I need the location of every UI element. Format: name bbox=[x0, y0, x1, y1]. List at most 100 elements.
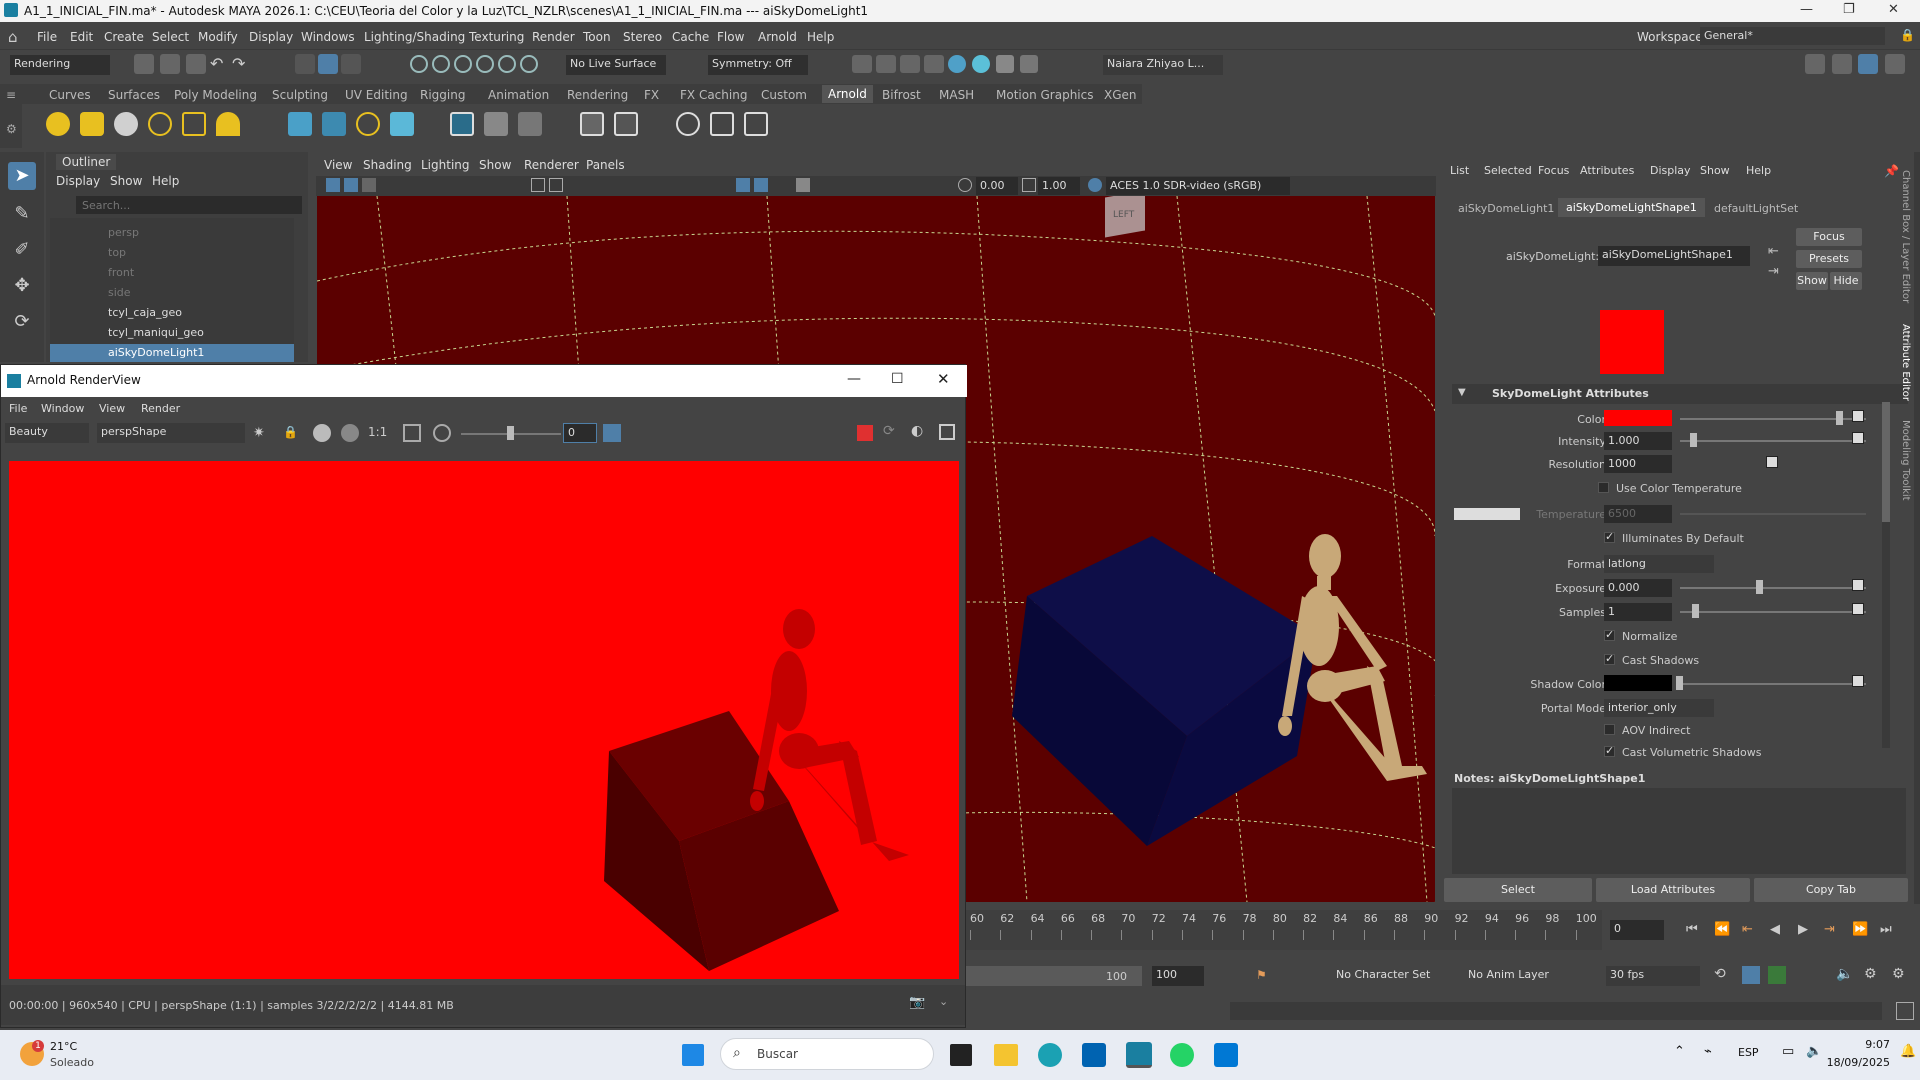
renderview-maximize-icon[interactable]: ☐ bbox=[891, 371, 904, 387]
step-forward-frame-icon[interactable]: ⇥ bbox=[1824, 922, 1835, 937]
ae-presets-button[interactable]: Presets bbox=[1796, 250, 1862, 268]
step-forward-key-icon[interactable]: ⏩ bbox=[1852, 922, 1868, 937]
menu-render[interactable]: Render bbox=[532, 30, 575, 44]
language-indicator[interactable]: ESP bbox=[1738, 1046, 1759, 1059]
viewport-menu-view[interactable]: View bbox=[324, 158, 352, 172]
display-icon[interactable]: ▭ bbox=[1782, 1044, 1794, 1059]
render-frame-icon[interactable] bbox=[852, 55, 872, 73]
paint-select-icon[interactable]: ✐ bbox=[8, 236, 36, 264]
start-icon[interactable] bbox=[682, 1044, 704, 1066]
menu-lighting-shading[interactable]: Lighting/Shading bbox=[364, 30, 465, 44]
ae-tab-lightset[interactable]: defaultLightSet bbox=[1714, 202, 1798, 215]
viewport-menu-shading[interactable]: Shading bbox=[363, 158, 412, 172]
menu-texturing[interactable]: Texturing bbox=[469, 30, 524, 44]
shelf-settings-icon[interactable]: ⚙ bbox=[6, 122, 17, 136]
ae-menu-list[interactable]: List bbox=[1450, 164, 1469, 177]
shadow-color-slider-knob[interactable] bbox=[1676, 676, 1683, 690]
close-icon[interactable]: ✕ bbox=[1888, 2, 1899, 17]
side-tab-channel-box[interactable]: Channel Box / Layer Editor bbox=[1900, 170, 1911, 303]
frame-all-icon[interactable] bbox=[403, 424, 421, 442]
minimize-icon[interactable]: — bbox=[1800, 2, 1813, 17]
outliner-item-front[interactable]: front bbox=[108, 266, 134, 279]
menu-edit[interactable]: Edit bbox=[70, 30, 93, 44]
workspace-dropdown[interactable]: General* bbox=[1700, 27, 1885, 45]
ae-menu-attributes[interactable]: Attributes bbox=[1580, 164, 1634, 177]
textured-icon[interactable] bbox=[796, 178, 810, 192]
ae-menu-focus[interactable]: Focus bbox=[1538, 164, 1569, 177]
light-editor-icon[interactable] bbox=[614, 112, 638, 136]
menu-select[interactable]: Select bbox=[152, 30, 189, 44]
flush-cache-icon[interactable] bbox=[484, 112, 508, 136]
grid-toggle-icon[interactable] bbox=[531, 178, 545, 192]
color-map-button[interactable] bbox=[1852, 410, 1864, 422]
wireframe-on-shaded-icon[interactable] bbox=[754, 178, 768, 192]
outliner-item-tcyl-caja-geo[interactable]: tcyl_caja_geo bbox=[108, 306, 182, 319]
viewcube[interactable]: LEFT bbox=[1099, 196, 1155, 238]
ae-menu-show[interactable]: Show bbox=[1700, 164, 1730, 177]
sun-icon[interactable]: ✷ bbox=[253, 425, 265, 441]
pin-icon[interactable]: 📌 bbox=[1884, 164, 1899, 178]
image-plane-icon[interactable] bbox=[344, 178, 358, 192]
maya-taskbar-icon[interactable] bbox=[1126, 1042, 1152, 1068]
menu-modify[interactable]: Modify bbox=[198, 30, 238, 44]
snap-point-icon[interactable] bbox=[454, 55, 472, 73]
tool-settings-icon[interactable] bbox=[1885, 54, 1905, 74]
ae-scrollbar-thumb[interactable] bbox=[1882, 402, 1890, 522]
taskbar-search[interactable]: ⌕ Buscar bbox=[720, 1038, 934, 1070]
play-backwards-icon[interactable]: ◀ bbox=[1770, 922, 1780, 937]
symmetry-dropdown[interactable]: Symmetry: Off bbox=[708, 55, 808, 75]
go-to-start-icon[interactable]: ⏮ bbox=[1686, 922, 1698, 937]
shelf-tab-fx[interactable]: FX bbox=[644, 88, 659, 102]
ae-tab-shape[interactable]: aiSkyDomeLightShape1 bbox=[1558, 198, 1705, 217]
gamma-icon[interactable] bbox=[1022, 178, 1036, 192]
viewport-menu-lighting[interactable]: Lighting bbox=[421, 158, 470, 172]
shelf-tab-poly-modeling[interactable]: Poly Modeling bbox=[174, 88, 257, 102]
shelf-tab-mash[interactable]: MASH bbox=[939, 88, 974, 102]
lock-render-icon[interactable]: 🔒 bbox=[283, 425, 298, 439]
anim-prefs-icon[interactable]: ⚙ bbox=[1864, 966, 1877, 982]
outliner-menu-help[interactable]: Help bbox=[152, 174, 179, 188]
exposure-slider-track[interactable] bbox=[1680, 587, 1866, 589]
modeling-toolkit-icon[interactable] bbox=[1805, 54, 1825, 74]
snap-curve-icon[interactable] bbox=[432, 55, 450, 73]
refresh-render-icon[interactable]: ⟳ bbox=[883, 423, 895, 439]
exposure-map-button[interactable] bbox=[1852, 579, 1864, 591]
shelf-tab-rigging[interactable]: Rigging bbox=[420, 88, 465, 102]
outliner-item-top[interactable]: top bbox=[108, 246, 126, 259]
loop-icon[interactable]: ⟲ bbox=[1714, 966, 1726, 982]
ipr-icon[interactable]: ◐ bbox=[911, 423, 923, 439]
zoom-ratio[interactable]: 1:1 bbox=[368, 425, 387, 439]
open-scene-icon[interactable] bbox=[160, 54, 180, 74]
pause-icon[interactable] bbox=[1020, 55, 1038, 73]
menu-arnold[interactable]: Arnold bbox=[758, 30, 797, 44]
light-manager-icon[interactable] bbox=[580, 112, 604, 136]
ipr-render-icon[interactable] bbox=[900, 55, 920, 73]
menu-display[interactable]: Display bbox=[249, 30, 293, 44]
select-object-icon[interactable] bbox=[318, 54, 338, 74]
format-dropdown[interactable]: latlong bbox=[1604, 555, 1714, 573]
ae-node-name-field[interactable]: aiSkyDomeLightShape1 bbox=[1598, 246, 1750, 266]
remove-cache-icon[interactable] bbox=[518, 112, 542, 136]
ae-hide-button[interactable]: Hide bbox=[1830, 272, 1862, 290]
render-settings-icon[interactable] bbox=[924, 55, 944, 73]
save-scene-icon[interactable] bbox=[186, 54, 206, 74]
viewport-menu-show[interactable]: Show bbox=[479, 158, 511, 172]
network-icon[interactable]: ⌁ bbox=[1704, 1044, 1712, 1059]
shelf-tab-bifrost[interactable]: Bifrost bbox=[882, 88, 921, 102]
normalize-checkbox[interactable] bbox=[1604, 628, 1615, 641]
samples-slider-track[interactable] bbox=[1680, 611, 1866, 613]
rv-menu-render[interactable]: Render bbox=[141, 402, 180, 415]
snap-grid-icon[interactable] bbox=[410, 55, 428, 73]
area-light-icon[interactable] bbox=[46, 112, 70, 136]
step-back-key-icon[interactable]: ⏪ bbox=[1714, 922, 1730, 937]
shelf-tab-sculpting[interactable]: Sculpting bbox=[272, 88, 328, 102]
shadow-color-map-button[interactable] bbox=[1852, 675, 1864, 687]
show-hidden-icons[interactable]: ⌃ bbox=[1674, 1044, 1685, 1059]
shelf-tab-surfaces[interactable]: Surfaces bbox=[108, 88, 160, 102]
snap-view-icon[interactable] bbox=[476, 55, 494, 73]
outliner-search-input[interactable] bbox=[76, 196, 302, 214]
shelf-tab-motion-graphics[interactable]: Motion Graphics bbox=[996, 88, 1094, 102]
color-management-icon[interactable] bbox=[1088, 178, 1102, 192]
skydome-light-icon[interactable] bbox=[148, 112, 172, 136]
shelf-tab-custom[interactable]: Custom bbox=[761, 88, 807, 102]
